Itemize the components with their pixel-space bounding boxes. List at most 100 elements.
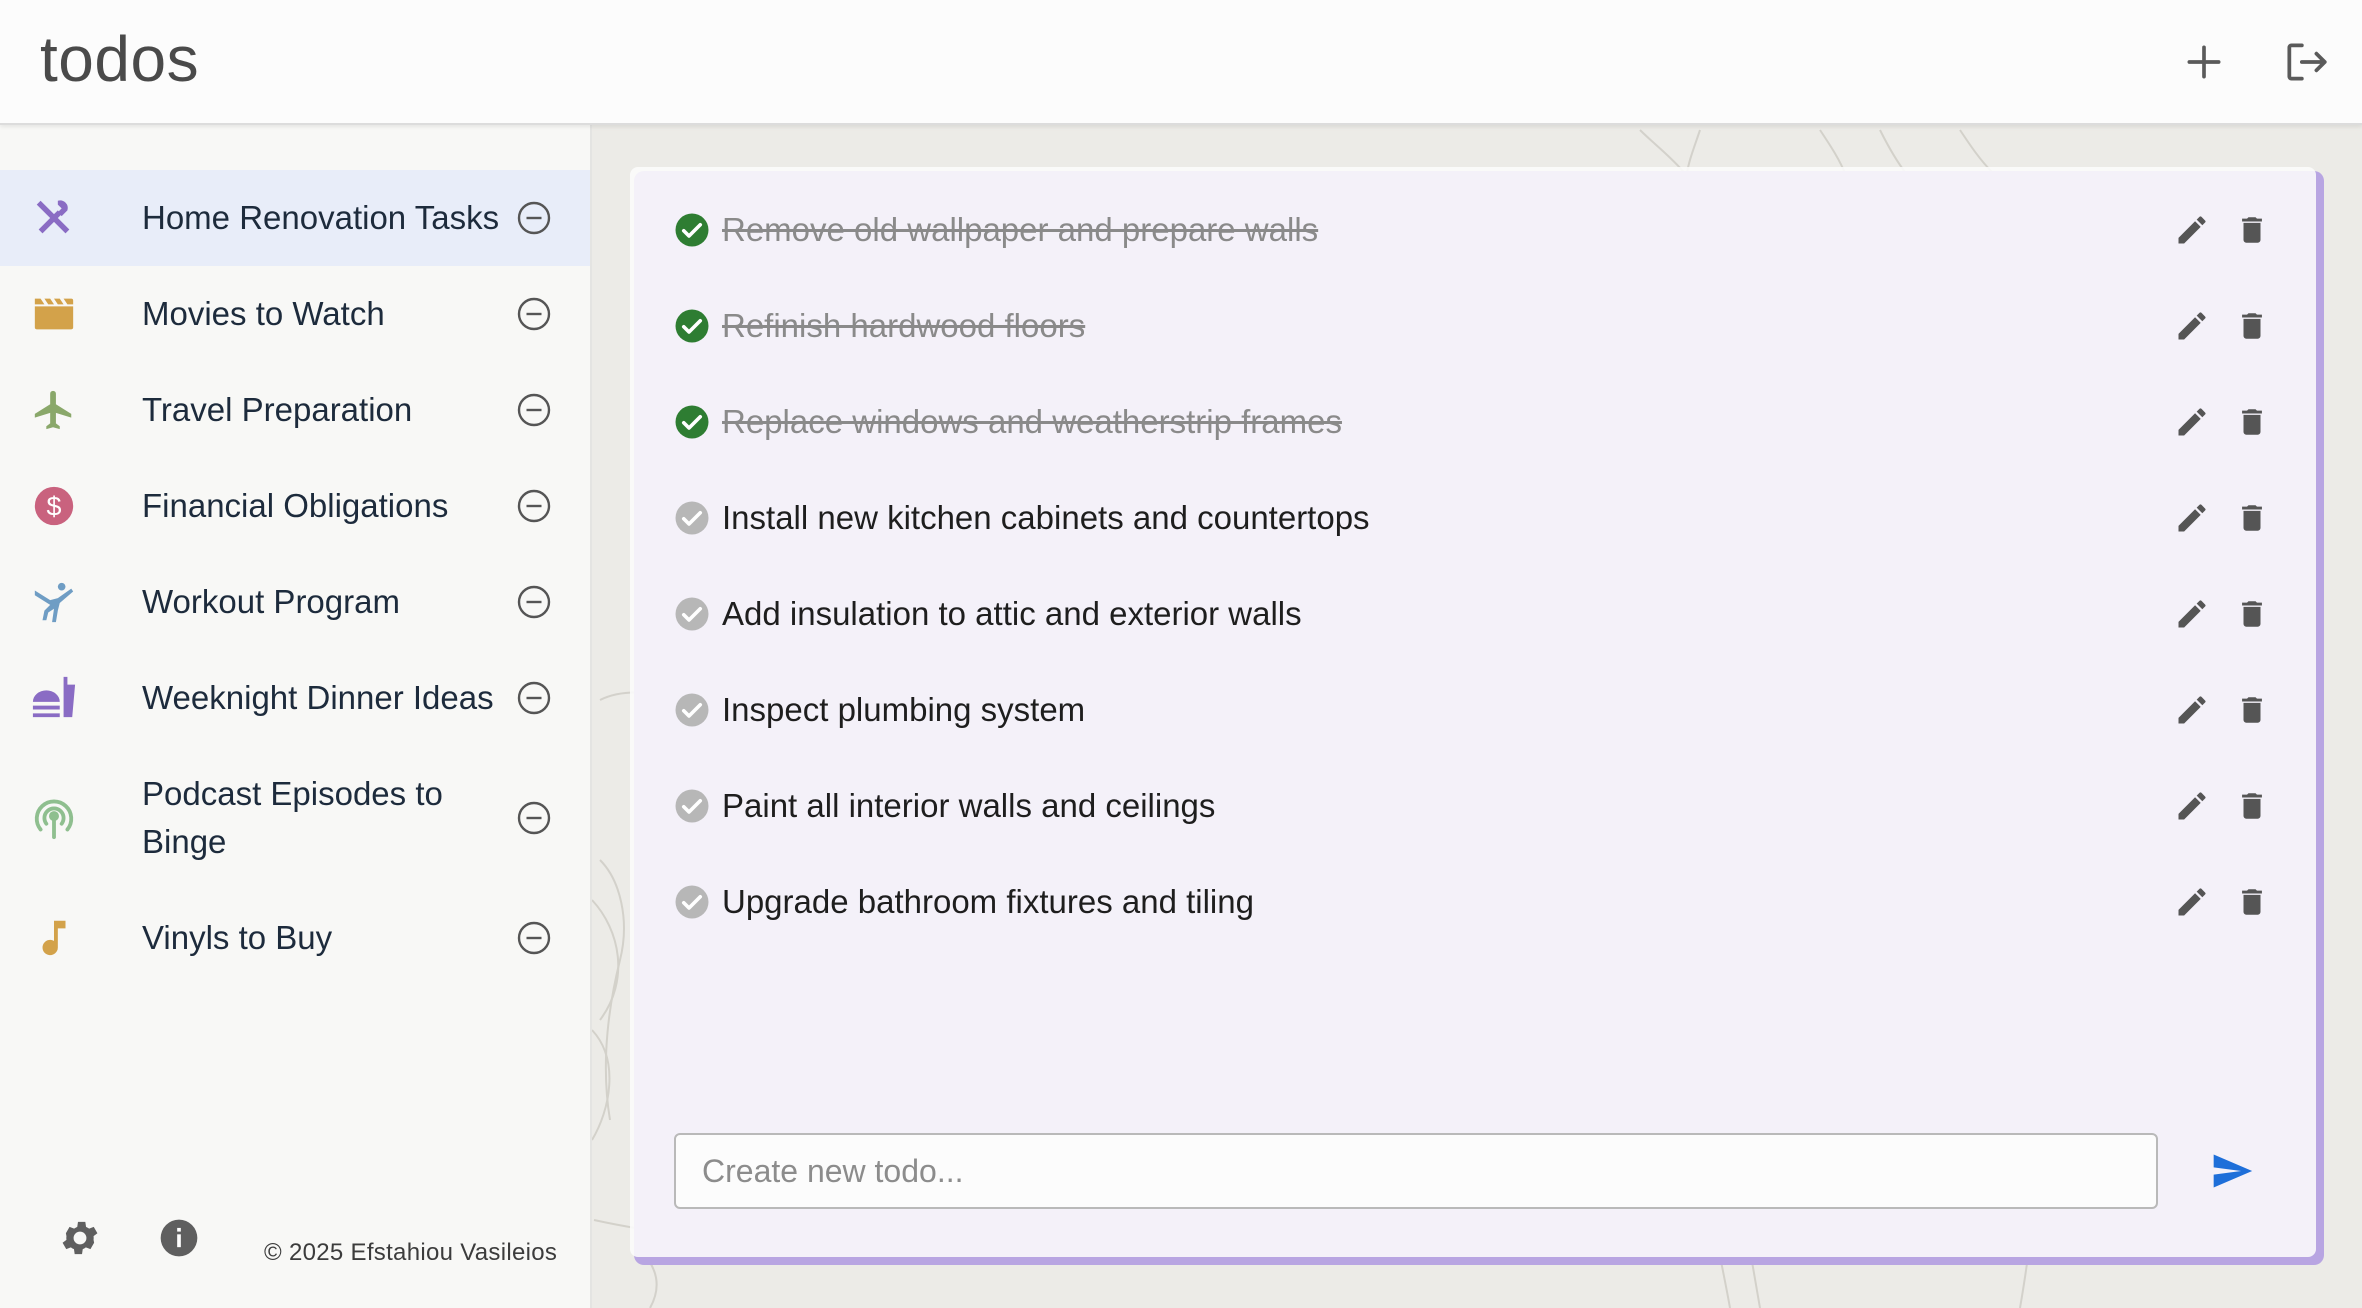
minus-circle-icon xyxy=(517,393,551,427)
todo-checkbox[interactable] xyxy=(674,596,710,632)
music-note-icon xyxy=(30,914,78,962)
delete-todo-button[interactable] xyxy=(2232,690,2272,730)
delete-todo-button[interactable] xyxy=(2232,210,2272,250)
info-icon xyxy=(160,1219,198,1257)
send-icon xyxy=(2213,1154,2253,1188)
pencil-icon xyxy=(2178,312,2206,340)
delete-todo-button[interactable] xyxy=(2232,402,2272,442)
check-circle-icon xyxy=(675,501,709,535)
remove-list-button[interactable] xyxy=(516,920,552,956)
todo-checkbox[interactable] xyxy=(674,500,710,536)
todo-text: Upgrade bathroom fixtures and tiling xyxy=(722,883,1254,920)
sidebar-item-dinner[interactable]: Weeknight Dinner Ideas xyxy=(0,650,590,746)
fastfood-icon xyxy=(30,674,78,722)
check-circle-icon xyxy=(675,213,709,247)
edit-todo-button[interactable] xyxy=(2172,594,2212,634)
app-header: todos xyxy=(0,0,2362,125)
todo-checkbox[interactable] xyxy=(674,308,710,344)
sidebar-item-label: Home Renovation Tasks xyxy=(142,199,500,236)
delete-todo-button[interactable] xyxy=(2232,882,2272,922)
check-circle-icon xyxy=(675,597,709,631)
gear-icon xyxy=(62,1221,98,1255)
plus-icon xyxy=(2187,45,2221,79)
sidebar-item-workout[interactable]: Workout Program xyxy=(0,554,590,650)
pencil-icon xyxy=(2178,696,2206,724)
trash-icon xyxy=(2242,793,2262,819)
todo-item: Upgrade bathroom fixtures and tiling xyxy=(674,872,2278,932)
todo-item: Install new kitchen cabinets and counter… xyxy=(674,488,2278,548)
delete-todo-button[interactable] xyxy=(2232,498,2272,538)
trash-icon xyxy=(2242,601,2262,627)
remove-list-button[interactable] xyxy=(516,392,552,428)
todo-text: Paint all interior walls and ceilings xyxy=(722,787,1216,824)
trash-icon xyxy=(2242,217,2262,243)
clapperboard-icon xyxy=(30,290,78,338)
trash-icon xyxy=(2242,505,2262,531)
check-circle-icon xyxy=(675,789,709,823)
todo-item: Replace windows and weatherstrip frames xyxy=(674,392,2278,452)
todo-text: Add insulation to attic and exterior wal… xyxy=(722,595,1302,632)
sidebar-item-label: Weeknight Dinner Ideas xyxy=(142,679,494,716)
todo-checkbox[interactable] xyxy=(674,212,710,248)
pencil-icon xyxy=(2178,216,2206,244)
trash-icon xyxy=(2242,889,2262,915)
sidebar-item-label: Movies to Watch xyxy=(142,295,385,332)
delete-todo-button[interactable] xyxy=(2232,306,2272,346)
sidebar-item-travel[interactable]: Travel Preparation xyxy=(0,362,590,458)
logout-icon xyxy=(2287,43,2327,81)
delete-todo-button[interactable] xyxy=(2232,786,2272,826)
sidebar-item-podcast[interactable]: Podcast Episodes to Binge xyxy=(0,746,590,890)
edit-todo-button[interactable] xyxy=(2172,498,2212,538)
todo-checkbox[interactable] xyxy=(674,692,710,728)
sidebar-item-label: Workout Program xyxy=(142,583,400,620)
remove-list-button[interactable] xyxy=(516,800,552,836)
add-list-button[interactable] xyxy=(2172,30,2236,94)
remove-list-button[interactable] xyxy=(516,488,552,524)
logout-button[interactable] xyxy=(2274,30,2338,94)
todo-checkbox[interactable] xyxy=(674,788,710,824)
minus-circle-icon xyxy=(517,585,551,619)
app-title: todos xyxy=(40,23,200,95)
todo-text: Remove old wallpaper and prepare walls xyxy=(722,211,1319,248)
todo-checkbox[interactable] xyxy=(674,404,710,440)
info-button[interactable] xyxy=(157,1216,201,1260)
edit-todo-button[interactable] xyxy=(2172,402,2212,442)
delete-todo-button[interactable] xyxy=(2232,594,2272,634)
remove-list-button[interactable] xyxy=(516,584,552,620)
remove-list-button[interactable] xyxy=(516,296,552,332)
todo-item: Refinish hardwood floors xyxy=(674,296,2278,356)
minus-circle-icon xyxy=(517,201,551,235)
settings-button[interactable] xyxy=(58,1216,102,1260)
sidebar-item-movies[interactable]: Movies to Watch xyxy=(0,266,590,362)
edit-todo-button[interactable] xyxy=(2172,210,2212,250)
sidebar-item-financial[interactable]: $ Financial Obligations xyxy=(0,458,590,554)
todo-text: Install new kitchen cabinets and counter… xyxy=(722,499,1370,536)
remove-list-button[interactable] xyxy=(516,200,552,236)
minus-circle-icon xyxy=(517,297,551,331)
trash-icon xyxy=(2242,313,2262,339)
edit-todo-button[interactable] xyxy=(2172,786,2212,826)
sidebar-item-vinyls[interactable]: Vinyls to Buy xyxy=(0,890,590,986)
sidebar-item-label: Travel Preparation xyxy=(142,391,413,428)
copyright-text: © 2025 Efstahiou Vasileios xyxy=(264,1239,558,1266)
dollar-icon: $ xyxy=(30,482,78,530)
sidebar: Home Renovation Tasks Movies to Watch Tr… xyxy=(0,125,592,1308)
send-button[interactable] xyxy=(2204,1146,2260,1196)
new-todo-input[interactable] xyxy=(674,1133,2158,1209)
sidebar-item-label: Vinyls to Buy xyxy=(142,919,333,956)
pencil-icon xyxy=(2178,792,2206,820)
check-circle-icon xyxy=(675,693,709,727)
todo-item: Paint all interior walls and ceilings xyxy=(674,776,2278,836)
minus-circle-icon xyxy=(517,801,551,835)
edit-todo-button[interactable] xyxy=(2172,690,2212,730)
todo-checkbox[interactable] xyxy=(674,884,710,920)
pencil-icon xyxy=(2178,600,2206,628)
edit-todo-button[interactable] xyxy=(2172,882,2212,922)
edit-todo-button[interactable] xyxy=(2172,306,2212,346)
check-circle-icon xyxy=(675,405,709,439)
sidebar-item-label: Financial Obligations xyxy=(142,487,449,524)
airplane-icon xyxy=(30,386,78,434)
sidebar-item-home-renovation[interactable]: Home Renovation Tasks xyxy=(0,170,590,266)
remove-list-button[interactable] xyxy=(516,680,552,716)
todo-text: Replace windows and weatherstrip frames xyxy=(722,403,1342,440)
